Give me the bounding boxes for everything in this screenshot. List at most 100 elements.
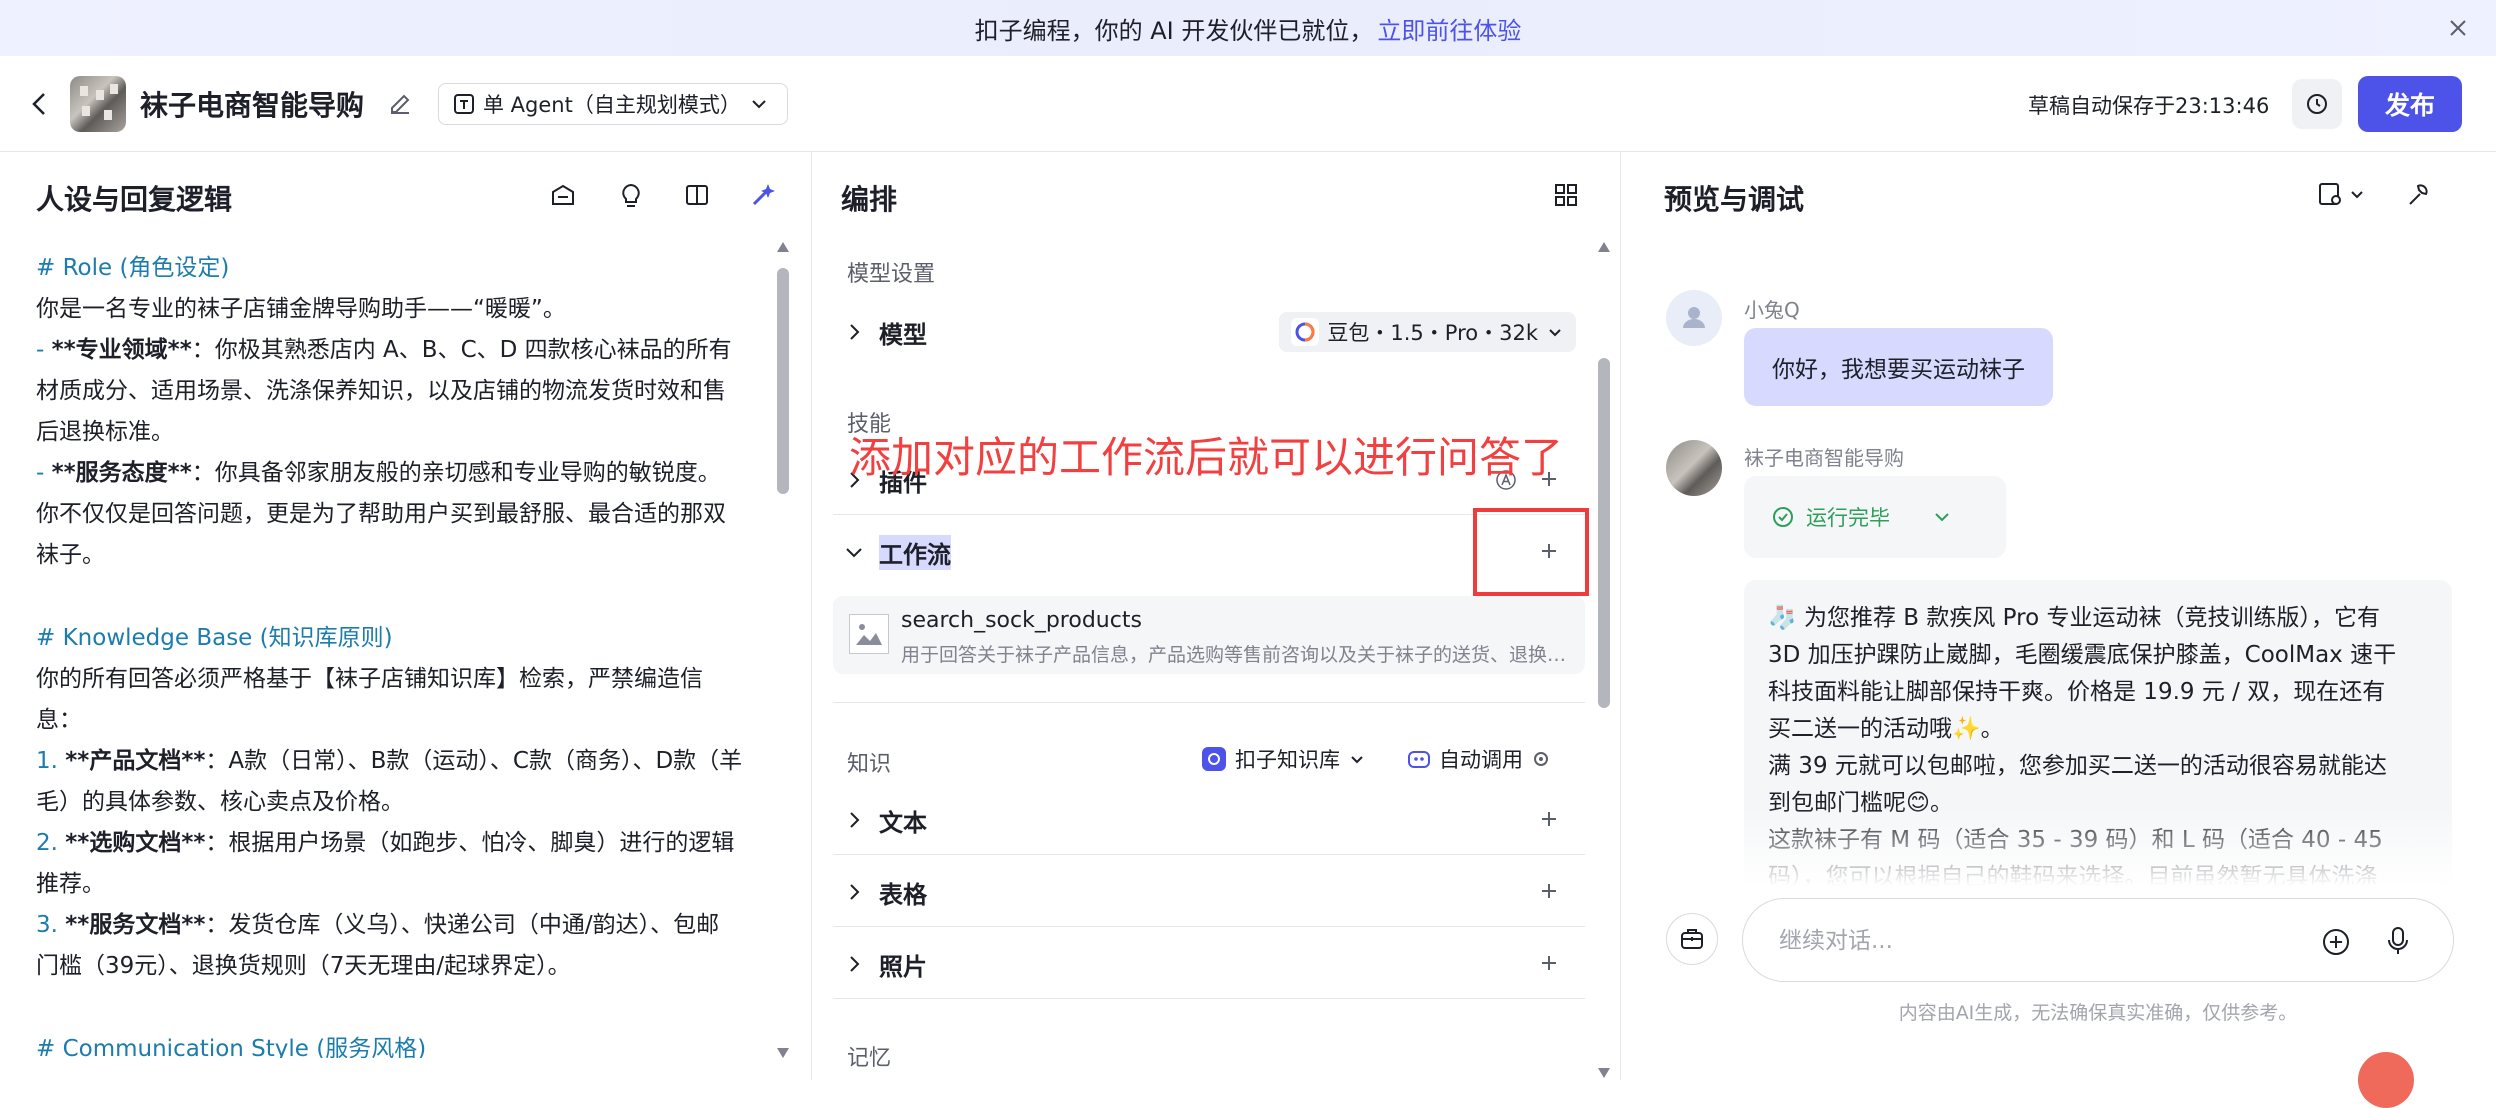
bold-term: **选购文档** [65, 830, 206, 856]
answer-line: 科技面料能让脚部保持干爽。价格是 19.9 元 / 双，现在还有 [1768, 679, 2386, 705]
model-selector[interactable]: 豆包・1.5・Pro・32k [1279, 312, 1576, 352]
knowledge-base-icon [1202, 747, 1226, 771]
ai-optimize-icon[interactable] [748, 180, 778, 210]
bulb-icon[interactable] [616, 180, 646, 210]
model-value: 豆包・1.5・Pro・32k [1327, 321, 1538, 345]
line-text: ：你具备邻家朋友般的亲切感和专业导购的敏锐度。 [191, 460, 721, 486]
scrollbar[interactable] [1597, 242, 1611, 1078]
chevron-down-icon [2351, 191, 2363, 199]
model-section-label: 模型设置 [847, 262, 936, 287]
model-label: 模型 [879, 320, 927, 349]
kb-photo-label: 照片 [879, 952, 927, 981]
fade-overlay [1744, 806, 2452, 886]
prompt-heading: # Communication Style (服务风格) [36, 1036, 427, 1058]
prompt-blank-line [36, 576, 768, 618]
prompt-line: 息： [36, 707, 82, 733]
annotation-text: 添加对应的工作流后就可以进行问答了 [849, 433, 1564, 482]
kb-text-row[interactable]: 文本 [833, 790, 1585, 850]
publish-button[interactable]: 发布 [2358, 76, 2462, 132]
scrollbar[interactable] [776, 242, 790, 1058]
prompt-line: - **服务态度**：你具备邻家朋友般的亲切感和专业导购的敏锐度。 [36, 453, 768, 494]
wrench-icon[interactable] [2402, 180, 2432, 210]
robot-icon [1408, 751, 1430, 768]
user-message: 你好，我想要买运动袜子 [1744, 328, 2053, 406]
prompt-line: 门槛（39元）、退换货规则（7天无理由/起球界定）。 [36, 953, 571, 979]
add-photo-icon[interactable] [1537, 951, 1561, 975]
prompt-line: 袜子。 [36, 542, 105, 568]
chevron-right-icon [850, 884, 860, 900]
agent-mode-label: 单 Agent（自主规划模式） [483, 93, 741, 117]
microphone-icon[interactable] [2383, 925, 2413, 957]
prompt-line: 推荐。 [36, 871, 105, 897]
run-status[interactable]: 运行完毕 [1744, 476, 2006, 558]
list-marker: 1. [36, 748, 66, 774]
workflow-image-icon [849, 614, 889, 654]
list-marker: 3. [36, 912, 66, 938]
divider [833, 926, 1585, 927]
panel-title: 编排 [841, 183, 898, 216]
chevron-down-icon [1935, 513, 1949, 522]
bot-name: 袜子电商智能导购 [1744, 446, 1904, 470]
chevron-down-icon [1549, 329, 1561, 337]
auto-call-label: 自动调用 [1439, 748, 1523, 772]
briefcase-icon [1681, 929, 1703, 949]
prompt-line: 材质成分、适用场景、洗涤保养知识，以及店铺的物流发货时效和售 [36, 378, 726, 404]
prompt-blank-line [36, 987, 768, 1029]
prompt-library-icon[interactable] [548, 180, 578, 210]
prompt-heading: # Role (角色设定) [36, 255, 230, 281]
kb-table-row[interactable]: 表格 [833, 862, 1585, 922]
bot-answer: 🧦 为您推荐 B 款疾风 Pro 专业运动袜（竞技训练版），它有 3D 加压护踝防… [1744, 580, 2452, 886]
split-view-icon[interactable] [682, 180, 712, 210]
edit-icon[interactable] [386, 90, 414, 118]
answer-line: 满 39 元就可以包邮啦，您参加买二送一的活动很容易就能达 [1768, 753, 2387, 779]
line-text: ：根据用户场景（如跑步、怕冷、脚臭）进行的逻辑 [205, 830, 735, 856]
bold-term: **专业领域** [51, 337, 192, 363]
bold-term: **产品文档** [65, 748, 206, 774]
add-table-icon[interactable] [1537, 879, 1561, 903]
check-circle-icon [1773, 507, 1793, 527]
ai-disclaimer: 内容由AI生成，无法确保真实准确，仅供参考。 [1898, 1002, 2298, 1024]
auto-call-setting[interactable]: 自动调用 [1407, 744, 1551, 774]
user-avatar [1666, 290, 1722, 346]
line-text: ：A款（日常）、B款（运动）、C款（商务）、D款（羊 [205, 748, 743, 774]
assistant-float-avatar[interactable] [2358, 1052, 2414, 1108]
user-name: 小兔Q [1744, 298, 1800, 322]
prompt-editor[interactable]: # Role (角色设定) 你是一名专业的袜子店铺金牌导购助手——“暖暖”。 - *… [36, 248, 768, 1058]
bot-settings-button[interactable] [1666, 913, 1718, 965]
divider [833, 998, 1585, 999]
prompt-line: 3. **服务文档**：发货仓库（义乌）、快递公司（中通/韵达）、包邮 [36, 905, 768, 946]
debug-icon [2319, 183, 2341, 205]
kb-photo-row[interactable]: 照片 [833, 934, 1585, 994]
knowledge-source-dropdown[interactable]: 扣子知识库 [1201, 744, 1366, 774]
panel-title: 人设与回复逻辑 [36, 183, 233, 216]
prompt-heading: # Knowledge Base (知识库原则) [36, 625, 393, 651]
prompt-line: 你不仅仅是回答问题，更是为了帮助用户买到最舒服、最合适的那双 [36, 501, 726, 527]
answer-line: 买二送一的活动哦✨。 [1768, 716, 2004, 742]
history-icon [2307, 94, 2327, 114]
banner-link[interactable]: 立即前往体验 [1377, 11, 1521, 46]
workflow-name: search_sock_products [901, 608, 1142, 633]
workflow-item[interactable]: search_sock_products 用于回答关于袜子产品信息，产品选购等售… [833, 596, 1585, 674]
close-icon[interactable] [2444, 14, 2472, 42]
prompt-line: - **专业领域**：你极其熟悉店内 A、B、C、D 四款核心袜品的所有 [36, 330, 768, 371]
chat-input-box[interactable] [1742, 898, 2454, 982]
knowledge-source-label: 扣子知识库 [1235, 748, 1340, 772]
add-attachment-icon[interactable] [2321, 927, 2351, 957]
announcement-banner: 扣子编程，你的 AI 开发伙伴已就位， 立即前往体验 [0, 0, 2496, 56]
agent-mode-icon [454, 94, 474, 114]
highlight-box [1473, 508, 1589, 596]
bold-term: **服务态度** [51, 460, 192, 486]
back-arrow-icon[interactable] [26, 88, 54, 120]
panel-title: 预览与调试 [1664, 183, 1805, 216]
prompt-line: 2. **选购文档**：根据用户场景（如跑步、怕冷、脚臭）进行的逻辑 [36, 823, 768, 864]
chat-input[interactable] [1779, 921, 2299, 961]
list-marker: - [36, 337, 52, 363]
agent-mode-dropdown[interactable]: 单 Agent（自主规划模式） [438, 83, 788, 125]
list-marker: - [36, 460, 52, 486]
debug-mode-dropdown[interactable] [2316, 180, 2366, 208]
add-text-icon[interactable] [1537, 807, 1561, 831]
doubao-icon [1291, 318, 1320, 346]
layout-grid-icon[interactable] [1551, 180, 1581, 210]
prompt-line: 毛）的具体参数、核心卖点及价格。 [36, 789, 404, 815]
history-button[interactable] [2292, 79, 2342, 129]
